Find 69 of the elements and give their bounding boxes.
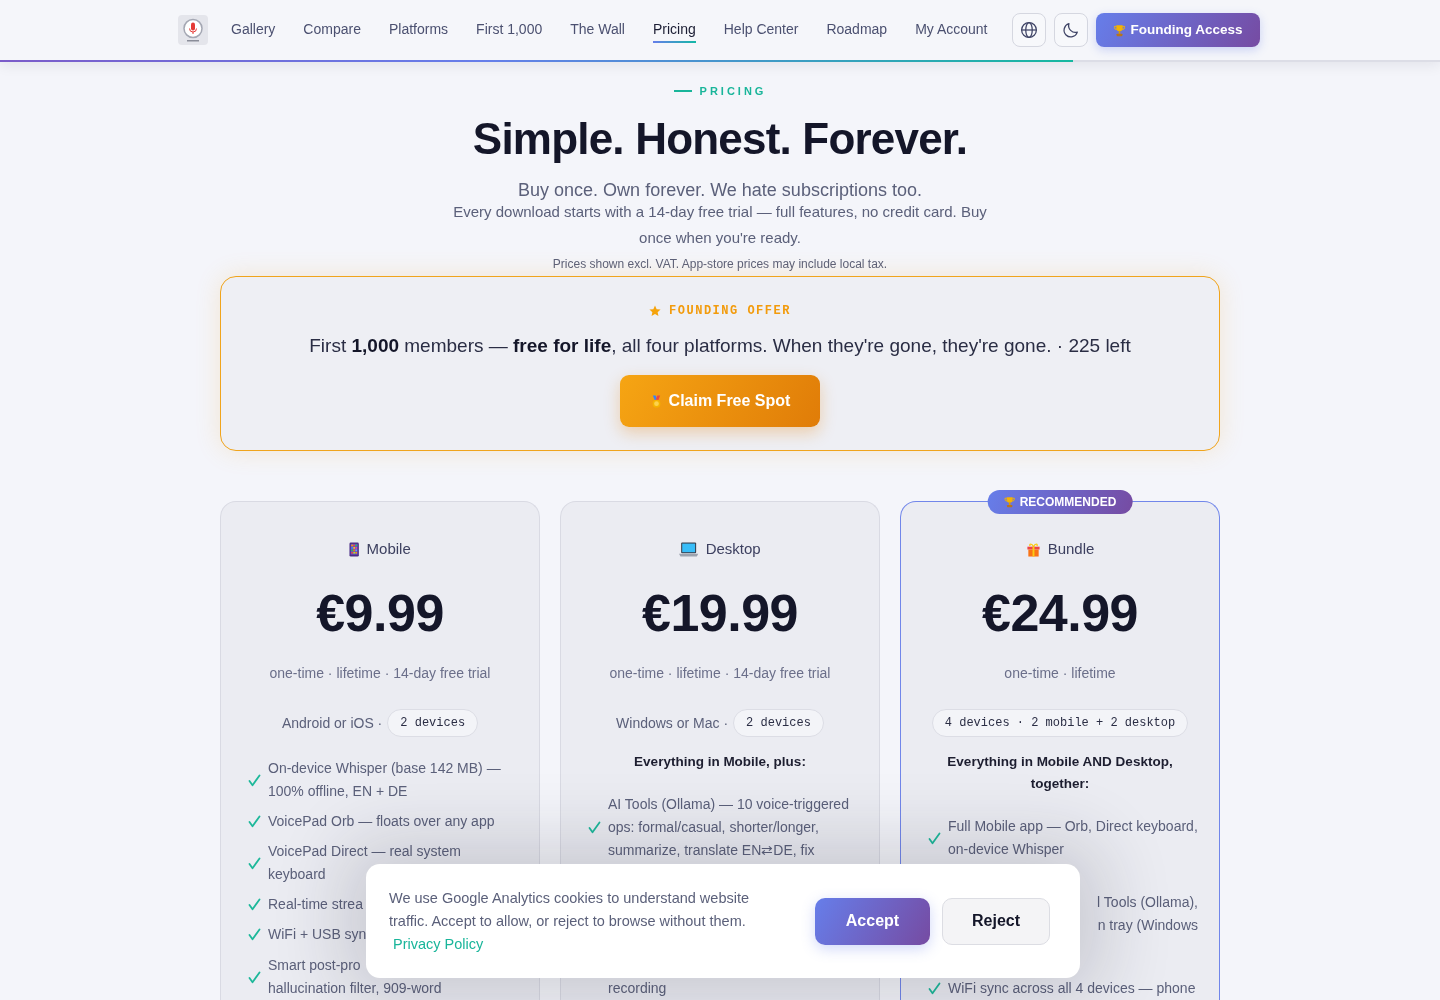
platform-label: Android or iOS ·	[281, 713, 383, 733]
cookie-notice-text: We use Google Analytics cookies to understand website traffic. Accept to allow, or reject to browse without them. Privacy Policy	[389, 888, 751, 954]
gift-icon	[1025, 541, 1041, 557]
page-subtitle: Buy once. Own forever. We hate subscriptions too.	[517, 181, 923, 199]
feature-text: hallucination filter, 909-word	[268, 979, 442, 998]
founding-access-button[interactable]: Founding Access	[1095, 13, 1260, 47]
phone-icon	[349, 541, 360, 557]
globe-icon	[1019, 21, 1038, 39]
feature-text: WiFi + USB syn	[268, 925, 367, 944]
includes-heading: Everything in Mobile, plus:	[634, 753, 806, 771]
feature-text: On-device Whisper (base 142 MB) — 100% offline, EN + DE	[268, 759, 502, 801]
vat-note: Prices shown excl. VAT. App-store prices may include local tax.	[551, 256, 889, 272]
check-icon	[928, 831, 941, 845]
nav-link[interactable]: Gallery	[231, 17, 276, 43]
page-title: Simple. Honest. Forever.	[471, 113, 969, 165]
nav-link[interactable]: My Account	[915, 17, 988, 43]
section-eyebrow: PRICING	[673, 83, 767, 99]
plan-name: Bundle	[1047, 539, 1095, 559]
nav-link[interactable]: The Wall	[570, 17, 625, 43]
feature-text: Real-time strea	[268, 895, 363, 914]
plan-price: €24.99	[981, 583, 1138, 643]
plan-name: Desktop	[705, 539, 761, 559]
laptop-icon	[679, 541, 699, 557]
feature-text: VoicePad Direct — real system keyboard	[268, 842, 462, 884]
feature-text: WiFi sync across all 4 devices — phone	[948, 979, 1196, 998]
check-icon	[248, 970, 261, 984]
feature-text: n tray (Windows	[1097, 916, 1198, 935]
nav-link[interactable]: Help Center	[723, 17, 799, 43]
nav-link[interactable]: Compare	[303, 17, 361, 43]
nav-link[interactable]: First 1,000	[476, 17, 543, 43]
feature-text: Full Mobile app — Orb, Direct keyboard, on-device Whisper	[948, 817, 1198, 859]
plan-terms: one-time · lifetime · 14-day free trial	[269, 664, 491, 683]
check-icon	[248, 928, 261, 941]
platform-label: Windows or Mac ·	[616, 713, 729, 733]
accept-button[interactable]: Accept	[815, 897, 930, 945]
theme-toggle-button[interactable]	[1053, 13, 1088, 47]
trophy-icon	[1112, 23, 1126, 37]
check-icon	[248, 898, 261, 911]
plan-price: €19.99	[641, 583, 798, 643]
nav-link[interactable]: Roadmap	[826, 17, 888, 43]
feature-text: recording	[608, 979, 667, 998]
language-button[interactable]	[1011, 13, 1046, 47]
nav-link[interactable]: Platforms	[388, 17, 449, 43]
feature-text: l Tools (Ollama),	[1097, 893, 1198, 912]
offer-headline: First 1,000 members — free for life, all four platforms. When they're gone, they're gone. · 225 left	[309, 334, 1131, 358]
plan-terms: one-time · lifetime	[1004, 664, 1116, 683]
reject-button[interactable]: Reject	[942, 897, 1050, 945]
plan-terms: one-time · lifetime · 14-day free trial	[609, 664, 831, 683]
plan-price: €9.99	[316, 583, 444, 643]
microphone-logo-icon	[178, 15, 208, 45]
check-icon	[248, 815, 261, 828]
trophy-icon	[1003, 496, 1016, 508]
includes-heading: Everything in Mobile AND Desktop, together:	[946, 753, 1174, 793]
feature-text: VoicePad Orb — floats over any app	[268, 812, 495, 831]
check-icon	[248, 856, 261, 870]
check-icon	[588, 821, 601, 834]
trial-note: Every download starts with a 14-day free trial — full features, no credit card. Buy once when you're ready.	[452, 202, 988, 248]
feature-text: AI Tools (Ollama) — 10 voice-triggered ops: formal/casual, shorter/longer, summarize, translate EN⇄DE, fix	[608, 795, 850, 860]
offer-label: FOUNDING OFFER	[669, 303, 791, 319]
star-icon	[649, 305, 662, 317]
device-count: 2 devices	[733, 709, 824, 737]
device-count: 4 devices · 2 mobile + 2 desktop	[931, 709, 1189, 737]
moon-icon	[1061, 21, 1080, 39]
device-count: 2 devices	[387, 709, 479, 737]
check-icon	[928, 982, 941, 995]
check-icon	[248, 773, 261, 787]
recommended-label: RECOMMENDED	[1019, 495, 1117, 509]
feature-text: Smart post-pro	[268, 956, 361, 975]
plan-name: Mobile	[366, 539, 411, 559]
